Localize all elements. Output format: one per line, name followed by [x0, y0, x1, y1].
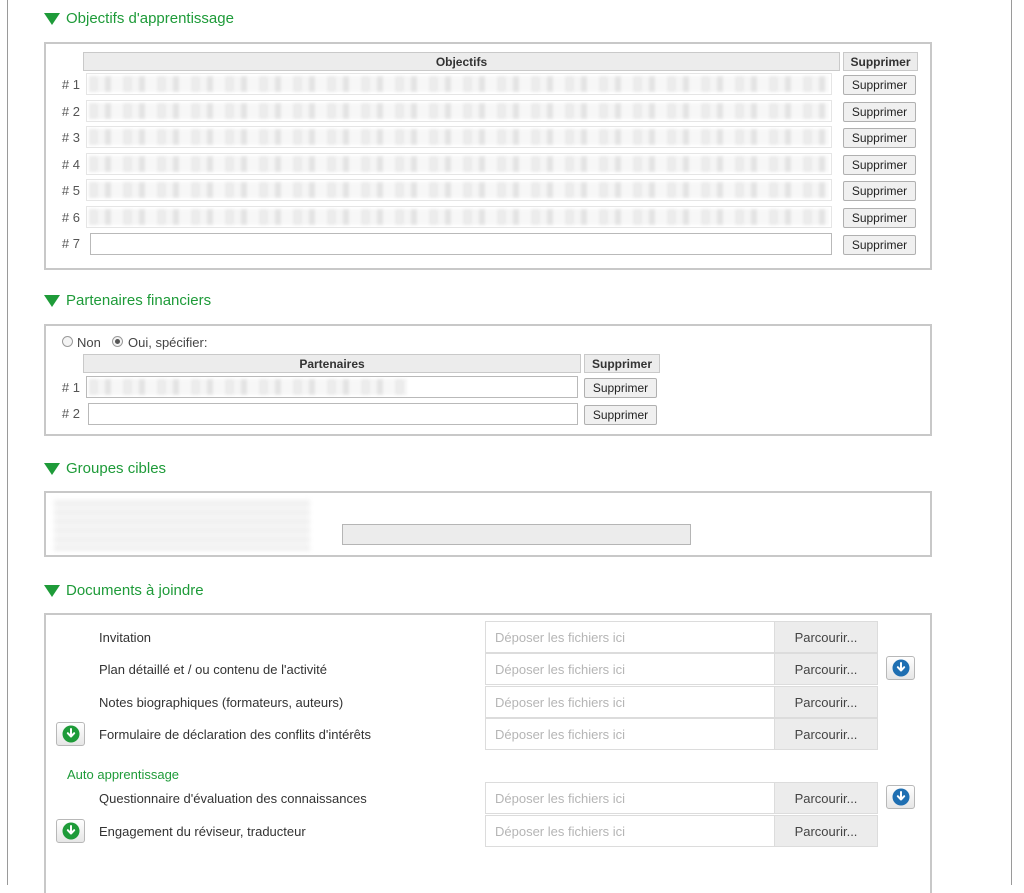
triangle-down-icon — [44, 462, 60, 475]
objectifs-column-header: Objectifs — [83, 52, 840, 71]
radio-non[interactable] — [62, 336, 73, 347]
delete-button[interactable]: Supprimer — [843, 75, 916, 95]
section-header-documents[interactable]: Documents à joindre — [44, 582, 204, 599]
dropzone[interactable]: Déposer les fichiers ici — [485, 686, 775, 718]
row-number: # 7 — [61, 236, 80, 251]
radio-oui[interactable] — [112, 336, 123, 347]
redacted-text — [89, 76, 829, 92]
section-title: Partenaires financiers — [66, 292, 212, 309]
section-header-groupes[interactable]: Groupes cibles — [44, 460, 166, 477]
doc-label: Invitation — [99, 630, 152, 645]
objectif-input-6[interactable] — [86, 206, 832, 228]
objectif-input-7[interactable] — [90, 233, 832, 255]
download-circle-icon — [62, 822, 79, 840]
redacted-text — [89, 103, 829, 119]
doc-label: Engagement du réviseur, traducteur — [99, 824, 306, 839]
doc-label: Formulaire de déclaration des conflits d… — [99, 727, 372, 742]
doc-label: Notes biographiques (formateurs, auteurs… — [99, 695, 344, 710]
browse-button[interactable]: Parcourir... — [774, 621, 878, 653]
documents-panel: Invitation Déposer les fichiers ici Parc… — [44, 613, 932, 893]
dropzone[interactable]: Déposer les fichiers ici — [485, 815, 775, 847]
row-number: # 2 — [61, 406, 80, 421]
dropzone[interactable]: Déposer les fichiers ici — [485, 782, 775, 814]
radio-non-label: Non — [77, 335, 101, 350]
redacted-text — [89, 209, 829, 225]
browse-button[interactable]: Parcourir... — [774, 815, 878, 847]
delete-button[interactable]: Supprimer — [843, 181, 916, 201]
objectif-input-3[interactable] — [86, 126, 832, 148]
delete-button[interactable]: Supprimer — [843, 128, 916, 148]
delete-column-header: Supprimer — [843, 52, 918, 71]
dropzone[interactable]: Déposer les fichiers ici — [485, 653, 775, 685]
delete-button[interactable]: Supprimer — [843, 102, 916, 122]
section-title: Groupes cibles — [66, 460, 167, 477]
objectif-input-2[interactable] — [86, 100, 832, 122]
partenaire-input-1[interactable] — [86, 376, 578, 398]
dropzone[interactable]: Déposer les fichiers ici — [485, 621, 775, 653]
section-title: Objectifs d'apprentissage — [66, 10, 234, 27]
partenaire-input-2[interactable] — [88, 403, 578, 425]
redacted-checkbox-list — [54, 499, 310, 551]
triangle-down-icon — [44, 294, 60, 307]
delete-button[interactable]: Supprimer — [584, 405, 657, 425]
partenaires-column-header: Partenaires — [83, 354, 581, 373]
section-title: Documents à joindre — [66, 582, 204, 599]
redacted-text — [89, 129, 829, 145]
row-number: # 5 — [61, 183, 80, 198]
redacted-text — [89, 379, 407, 395]
download-template-button[interactable] — [56, 722, 85, 746]
doc-label: Plan détaillé et / ou contenu de l'activ… — [99, 662, 327, 677]
download-template-button[interactable] — [886, 656, 915, 680]
groupes-panel — [44, 491, 932, 557]
row-number: # 6 — [61, 210, 80, 225]
groupes-select-disabled — [342, 524, 691, 545]
row-number: # 2 — [61, 104, 80, 119]
download-template-button[interactable] — [56, 819, 85, 843]
redacted-text — [89, 182, 829, 198]
redacted-text — [89, 156, 829, 172]
delete-button[interactable]: Supprimer — [584, 378, 657, 398]
objectif-input-1[interactable] — [86, 73, 832, 95]
delete-button[interactable]: Supprimer — [843, 235, 916, 255]
browse-button[interactable]: Parcourir... — [774, 782, 878, 814]
radio-oui-label: Oui, spécifier: — [128, 335, 208, 350]
objectif-input-5[interactable] — [86, 179, 832, 201]
dropzone[interactable]: Déposer les fichiers ici — [485, 718, 775, 750]
triangle-down-icon — [44, 12, 60, 25]
objectif-input-4[interactable] — [86, 153, 832, 175]
download-circle-icon — [892, 788, 909, 806]
doc-label: Questionnaire d'évaluation des connaissa… — [99, 791, 367, 806]
auto-apprentissage-header: Auto apprentissage — [67, 767, 180, 782]
row-number: # 1 — [61, 77, 80, 92]
browse-button[interactable]: Parcourir... — [774, 718, 878, 750]
objectifs-panel: Objectifs Supprimer # 1 Supprimer # 2 Su… — [44, 42, 932, 270]
partenaires-panel: Non Oui, spécifier: Partenaires Supprime… — [44, 324, 932, 436]
download-circle-icon — [892, 659, 909, 677]
download-circle-icon — [62, 725, 79, 743]
row-number: # 3 — [61, 130, 80, 145]
delete-column-header: Supprimer — [584, 354, 660, 373]
browse-button[interactable]: Parcourir... — [774, 686, 878, 718]
section-header-objectifs[interactable]: Objectifs d'apprentissage — [44, 10, 234, 27]
row-number: # 1 — [61, 380, 80, 395]
delete-button[interactable]: Supprimer — [843, 155, 916, 175]
download-template-button[interactable] — [886, 785, 915, 809]
triangle-down-icon — [44, 584, 60, 597]
browse-button[interactable]: Parcourir... — [774, 653, 878, 685]
section-header-partenaires[interactable]: Partenaires financiers — [44, 292, 211, 309]
delete-button[interactable]: Supprimer — [843, 208, 916, 228]
row-number: # 4 — [61, 157, 80, 172]
